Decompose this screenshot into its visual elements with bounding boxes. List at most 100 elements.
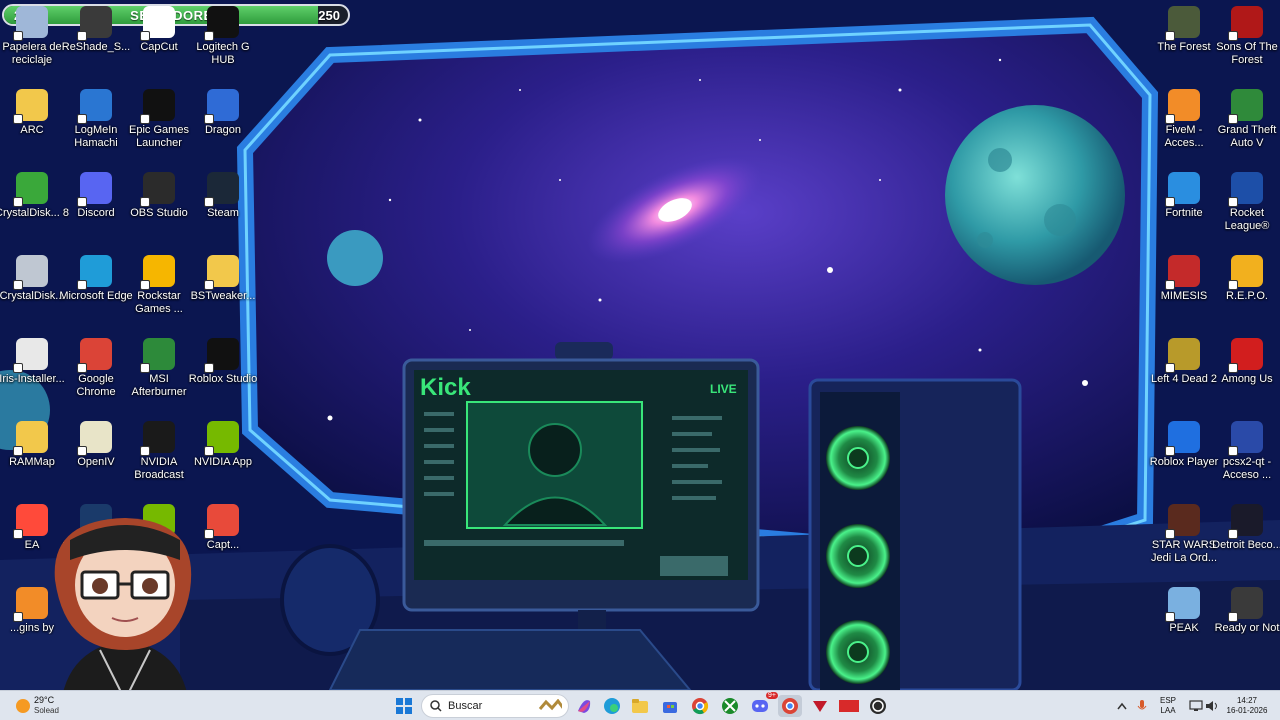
desktop-icon-r7[interactable]: R.E.P.O. xyxy=(1210,255,1280,303)
edge-icon xyxy=(77,255,112,290)
clock-time: 14:27 xyxy=(1236,696,1258,705)
crystaldisk-info-icon xyxy=(13,255,48,290)
folder-icon xyxy=(204,255,239,290)
discord-icon xyxy=(77,172,112,207)
desktop-icon-l23[interactable]: NVIDIA App xyxy=(186,421,260,469)
desktop-icon-l15[interactable]: BSTweaker... xyxy=(186,255,260,303)
shortcut-arrow-icon xyxy=(13,529,23,539)
shortcut-arrow-icon xyxy=(140,363,150,373)
taskbar-edge-icon[interactable] xyxy=(600,695,624,717)
system-clock[interactable]: 14:27 16-01-2026 xyxy=(1222,696,1272,716)
monitor-live-label: LIVE xyxy=(710,382,737,396)
shortcut-arrow-icon xyxy=(204,363,214,373)
language-indicator[interactable]: ESP LAA xyxy=(1156,696,1180,716)
desktop-icon-r15[interactable]: Ready or Not xyxy=(1210,587,1280,635)
among-us-icon xyxy=(1228,338,1263,373)
chrome-icon xyxy=(77,338,112,373)
desktop-icon-l2[interactable]: CapCut xyxy=(122,6,196,54)
desktop-icon-l3[interactable]: Logitech G HUB xyxy=(186,6,260,67)
shortcut-arrow-icon xyxy=(1165,446,1175,456)
rockstar-icon xyxy=(140,255,175,290)
crystaldisk-icon xyxy=(13,172,48,207)
nvidia-icon xyxy=(204,421,239,456)
rammap-icon xyxy=(13,421,48,456)
desktop-icon-label: OBS Studio xyxy=(130,207,188,219)
desktop-icon-r9[interactable]: Among Us xyxy=(1210,338,1280,386)
shortcut-arrow-icon xyxy=(1228,114,1238,124)
desktop-icon-l14[interactable]: Rockstar Games ... xyxy=(122,255,196,316)
desktop-icon-l19[interactable]: Roblox Studio xyxy=(186,338,260,386)
capture-icon xyxy=(204,504,239,539)
desktop-icon-l18[interactable]: MSI Afterburner xyxy=(122,338,196,399)
reshade-icon xyxy=(77,6,112,41)
taskbar-chrome-profile-icon[interactable] xyxy=(778,695,802,717)
shortcut-arrow-icon xyxy=(13,446,23,456)
desktop-icon-l22[interactable]: NVIDIA Broadcast xyxy=(122,421,196,482)
taskbar-chrome-icon[interactable] xyxy=(688,695,712,717)
search-highlight-icon[interactable] xyxy=(538,695,562,717)
msi-afterburner-icon xyxy=(140,338,175,373)
shortcut-arrow-icon xyxy=(13,280,23,290)
shortcut-arrow-icon xyxy=(140,31,150,41)
shortcut-arrow-icon xyxy=(77,363,87,373)
streamer-avatar xyxy=(40,500,210,720)
shortcut-arrow-icon xyxy=(204,114,214,124)
microphone-icon[interactable] xyxy=(1130,695,1154,717)
roblox-icon xyxy=(1165,421,1200,456)
desktop-icon-label: NVIDIA Broadcast xyxy=(134,456,184,481)
desktop-icon-r3[interactable]: Grand Theft Auto V xyxy=(1210,89,1280,150)
desktop-icon-label: Steam xyxy=(207,207,239,219)
shortcut-arrow-icon xyxy=(1228,363,1238,373)
desktop-icon-l6[interactable]: Epic Games Launcher xyxy=(122,89,196,150)
desktop-icon-r5[interactable]: Rocket League® xyxy=(1210,172,1280,233)
volume-icon[interactable] xyxy=(1200,695,1224,717)
capcut-icon xyxy=(140,6,175,41)
shortcut-arrow-icon xyxy=(1165,31,1175,41)
shortcut-arrow-icon xyxy=(1165,363,1175,373)
copilot-icon[interactable] xyxy=(572,695,596,717)
shortcut-arrow-icon xyxy=(13,31,23,41)
start-button[interactable] xyxy=(392,695,416,717)
search-placeholder: Buscar xyxy=(448,700,483,712)
weather-description: Solead xyxy=(34,706,59,715)
gta-v-icon xyxy=(1228,89,1263,124)
desktop-icon-r13[interactable]: Detroit Beco... xyxy=(1210,504,1280,552)
desktop-icon-l11[interactable]: Steam xyxy=(186,172,260,220)
shortcut-arrow-icon xyxy=(140,446,150,456)
desktop-icon-r1[interactable]: Sons Of The Forest xyxy=(1210,6,1280,67)
mimesis-icon xyxy=(1165,255,1200,290)
shortcut-arrow-icon xyxy=(13,363,23,373)
shortcut-arrow-icon xyxy=(13,114,23,124)
nvidia-broadcast-icon xyxy=(140,421,175,456)
repo-icon xyxy=(1228,255,1263,290)
taskbar: 29°C Solead Buscar 9+ ESP LAA 14:27 16-0… xyxy=(0,690,1280,720)
store-icon[interactable] xyxy=(658,695,682,717)
java-icon xyxy=(13,338,48,373)
shortcut-arrow-icon xyxy=(77,280,87,290)
desktop-icon-label: BSTweaker... xyxy=(190,290,256,302)
rocket-league-icon xyxy=(1228,172,1263,207)
taskbar-obs-icon[interactable] xyxy=(866,695,890,717)
discord-notification-badge: 9+ xyxy=(766,692,778,699)
desktop-icon-l10[interactable]: OBS Studio xyxy=(122,172,196,220)
taskbar-xbox-icon[interactable] xyxy=(718,695,742,717)
monitor-brand: Kick xyxy=(420,374,471,401)
shortcut-arrow-icon xyxy=(1228,612,1238,622)
hamachi-icon xyxy=(77,89,112,124)
shortcut-arrow-icon xyxy=(204,31,214,41)
shortcut-arrow-icon xyxy=(1228,446,1238,456)
taskbar-media-app-icon[interactable] xyxy=(837,695,861,717)
desktop-icon-r11[interactable]: pcsx2-qt - Acceso ... xyxy=(1210,421,1280,482)
shortcut-arrow-icon xyxy=(204,197,214,207)
logitech-icon xyxy=(204,6,239,41)
shortcut-arrow-icon xyxy=(1228,197,1238,207)
weather-widget[interactable]: 29°C Solead xyxy=(12,693,72,719)
openiv-icon xyxy=(77,421,112,456)
shortcut-arrow-icon xyxy=(1228,31,1238,41)
desktop-icon-l7[interactable]: Dragon xyxy=(186,89,260,137)
taskbar-discord-icon[interactable]: 9+ xyxy=(748,692,778,717)
file-explorer-icon[interactable] xyxy=(628,695,652,717)
taskbar-app-icon[interactable] xyxy=(808,695,832,717)
shortcut-arrow-icon xyxy=(77,197,87,207)
search-icon xyxy=(430,700,442,712)
